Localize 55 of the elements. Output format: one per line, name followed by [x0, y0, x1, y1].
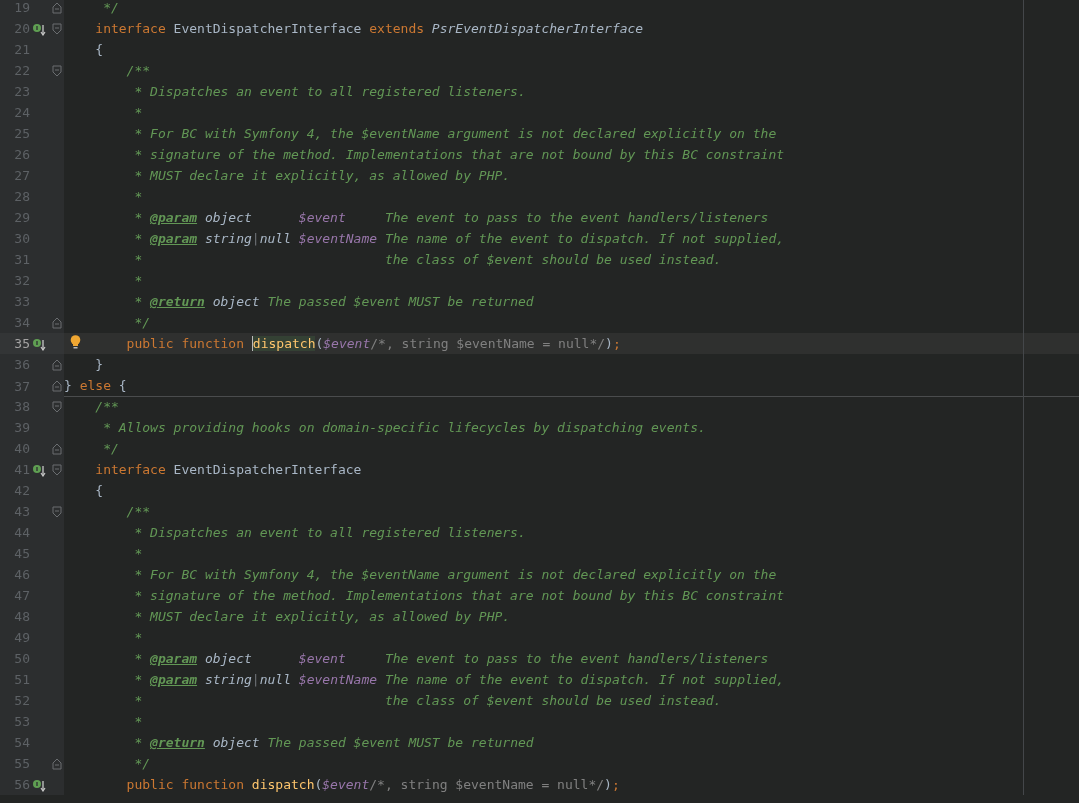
code-line: * @return object The passed $event MUST be returned [133, 293, 534, 311]
code-line: * @param string|null $eventName The name of the event to dispatch. If not supplied, [133, 230, 785, 248]
code-line: * signature of the method. Implementations that are not bound by this BC constraint [133, 146, 785, 164]
code-line: * Dispatches an event to all registered listeners. [133, 83, 526, 101]
implements-icon[interactable] [32, 21, 46, 36]
code-line: * MUST declare it explicitly, as allowed by PHP. [133, 167, 511, 185]
fold-icon[interactable] [52, 400, 62, 413]
implements-icon[interactable] [32, 777, 46, 792]
code-line: /** [125, 62, 151, 80]
code-line: /** [125, 503, 151, 521]
code-line: * [133, 713, 143, 731]
code-line: * the class of $event should be used instead. [133, 692, 722, 710]
code-line: * @return object The passed $event MUST be returned [133, 734, 534, 752]
code-line: * Dispatches an event to all registered listeners. [133, 524, 526, 542]
fold-icon[interactable] [52, 22, 62, 35]
code-line: * [133, 104, 143, 122]
code-line: public function dispatch($event/*, string $eventName = null*/); [125, 776, 620, 794]
implements-icon[interactable] [32, 462, 46, 477]
line-number: 35 [13, 335, 30, 353]
code-line: { [94, 482, 104, 500]
code-line: */ [102, 440, 119, 458]
code-line: * [133, 272, 143, 290]
code-line: * For BC with Symfony 4, the $eventName argument is not declared explicitly on the [133, 125, 777, 143]
code-line: public function dispatch($event/*, string $eventName = null*/); [125, 335, 621, 353]
code-line: { [94, 41, 104, 59]
code-line: } else { [64, 377, 127, 395]
lightbulb-icon[interactable] [70, 335, 81, 350]
fold-icon[interactable] [52, 358, 62, 371]
fold-icon[interactable] [52, 316, 62, 329]
code-line: */ [133, 314, 151, 332]
fold-icon[interactable] [52, 463, 62, 476]
code-line: * signature of the method. Implementations that are not bound by this BC constraint [133, 587, 785, 605]
fold-icon[interactable] [52, 64, 62, 77]
code-line: * Allows providing hooks on domain-specific lifecycles by dispatching events. [102, 419, 706, 437]
code-line: * @param object $event The event to pass to the event handlers/listeners [133, 209, 769, 227]
code-line: * [133, 629, 143, 647]
code-line: * [133, 545, 143, 563]
code-line: } [94, 356, 104, 374]
fold-icon[interactable] [52, 1, 62, 14]
fold-icon[interactable] [52, 505, 62, 518]
fold-icon[interactable] [52, 380, 62, 392]
code-line: * [133, 188, 143, 206]
code-line: /** [94, 398, 119, 416]
code-line: * MUST declare it explicitly, as allowed by PHP. [133, 608, 511, 626]
code-line: * @param object $event The event to pass to the event handlers/listeners [133, 650, 769, 668]
code-line: * @param string|null $eventName The name of the event to dispatch. If not supplied, [133, 671, 785, 689]
code-line: * the class of $event should be used instead. [133, 251, 722, 269]
implements-icon[interactable] [32, 336, 46, 351]
code-line: interface EventDispatcherInterface extends PsrEventDispatcherInterface [94, 20, 644, 38]
code-line: */ [133, 755, 151, 773]
fold-icon[interactable] [52, 757, 62, 770]
fold-icon[interactable] [52, 442, 62, 455]
code-line: interface EventDispatcherInterface [94, 461, 362, 479]
code-line: */ [102, 0, 119, 17]
code-line: * For BC with Symfony 4, the $eventName argument is not declared explicitly on the [133, 566, 777, 584]
